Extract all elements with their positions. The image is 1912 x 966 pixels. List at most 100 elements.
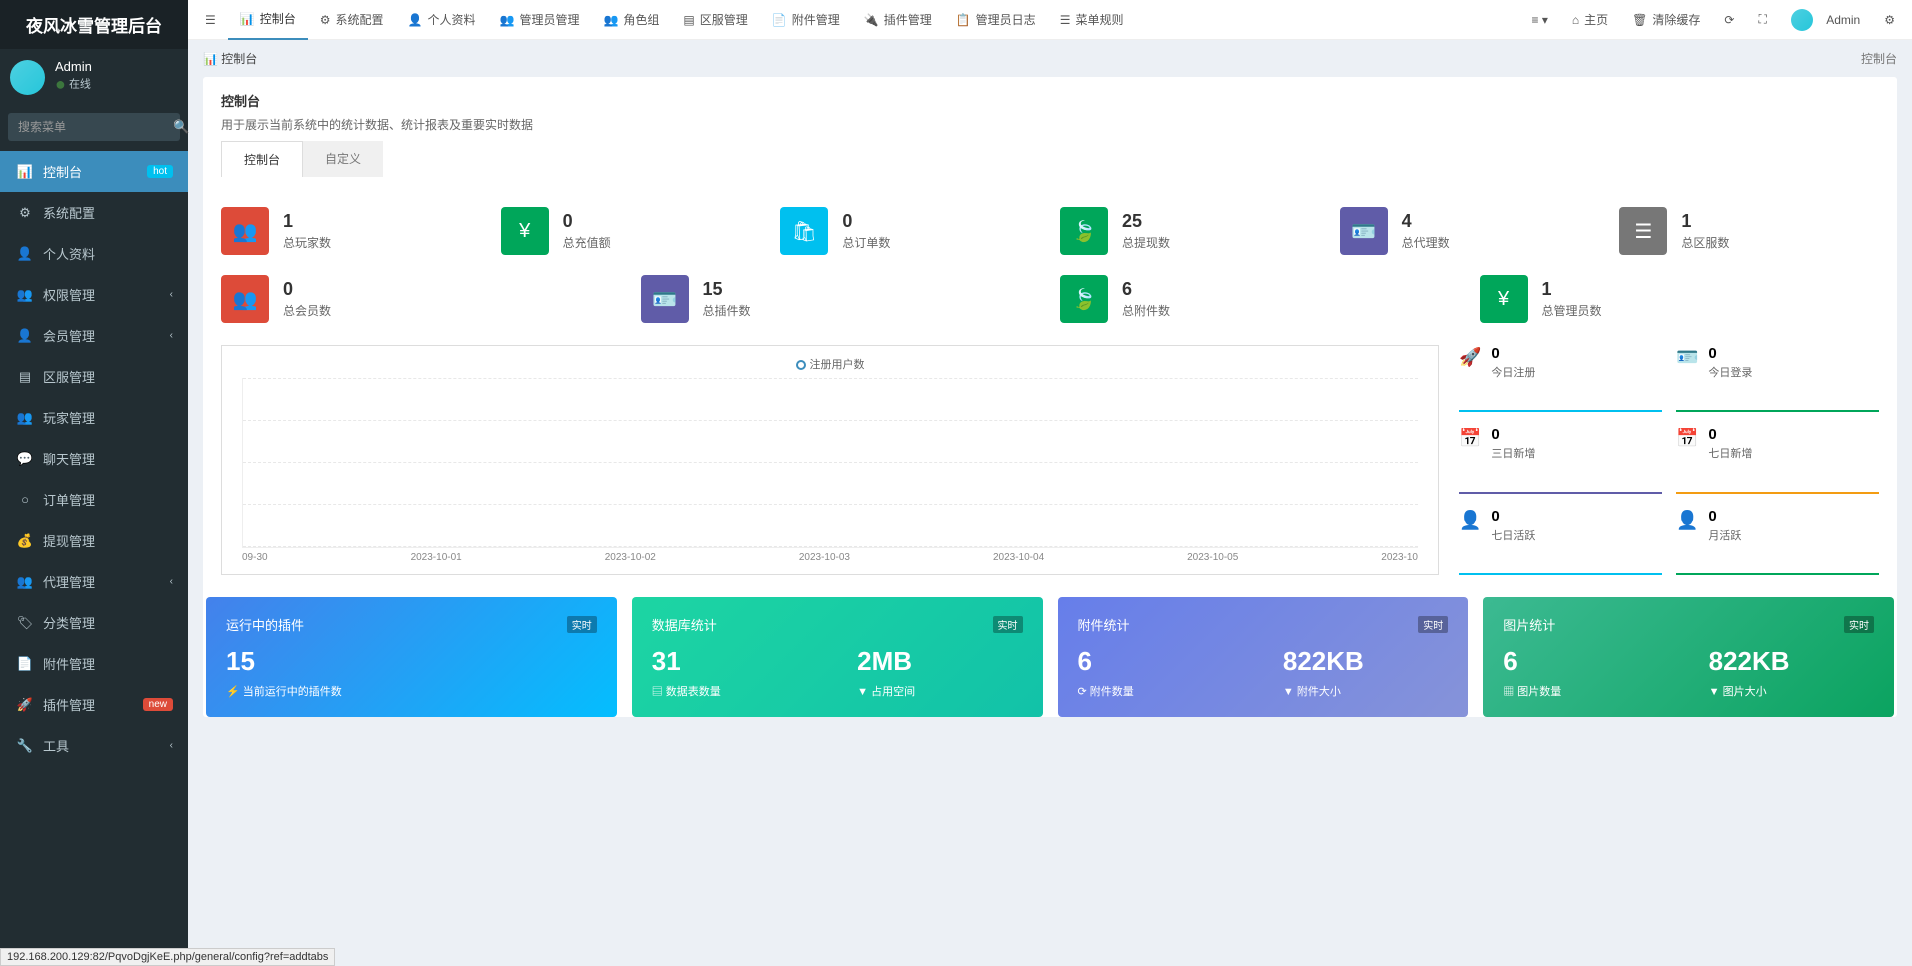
stats2-item-3: ¥1总管理员数 <box>1480 275 1880 323</box>
chevron-left-icon: ‹ <box>170 289 173 300</box>
stat-icon: 🪪 <box>1340 207 1388 255</box>
sidebar-item-11[interactable]: 🏷分类管理 <box>0 602 188 643</box>
user-status: ● 在线 <box>55 74 92 95</box>
money-icon: 💰 <box>15 533 35 549</box>
menu-toggle[interactable]: ☰ <box>193 0 228 40</box>
stats2-item-1: 🪪15总插件数 <box>641 275 1041 323</box>
sidebar-item-12[interactable]: 📄附件管理 <box>0 643 188 684</box>
sidebar-item-1[interactable]: ⚙系统配置 <box>0 192 188 233</box>
search-box[interactable]: 🔍 <box>8 113 180 141</box>
content: 控制台 用于展示当前系统中的统计数据、统计报表及重要实时数据 控制台自定义 👥1… <box>188 77 1912 966</box>
chart: 注册用户数 09-302023-10-012023-10-022023-10-0… <box>221 345 1439 575</box>
tab-6[interactable]: 📄 附件管理 <box>760 0 852 40</box>
search-icon[interactable]: 🔍 <box>173 119 189 135</box>
realtime-badge: 实时 <box>1844 616 1874 633</box>
sidebar-item-4[interactable]: 👤会员管理‹ <box>0 315 188 356</box>
circle-icon: ○ <box>15 492 35 507</box>
sidestat-icon: 👤 <box>1459 510 1481 531</box>
clear-cache[interactable]: 🗑 清除缓存 <box>1620 0 1712 40</box>
settings-button[interactable]: ⚙ <box>1872 0 1907 40</box>
tab-7[interactable]: 🔌 插件管理 <box>852 0 944 40</box>
content-tab-1[interactable]: 自定义 <box>303 141 383 177</box>
stats1-item-5: ☰1总区服数 <box>1619 207 1879 255</box>
stat-icon: 🛍 <box>780 207 828 255</box>
cog-icon: ⚙ <box>15 205 35 221</box>
panel-title: 控制台 <box>221 91 1879 110</box>
sidestat-1: 🪪0今日登录 <box>1676 345 1879 412</box>
tab-5[interactable]: ▤ 区服管理 <box>671 0 759 40</box>
search-input[interactable] <box>18 120 173 134</box>
topbar: ☰ 📊 控制台⚙ 系统配置👤 个人资料👥 管理员管理👥 角色组▤ 区服管理📄 附… <box>188 0 1912 40</box>
sidebar-menu: 📊控制台hot⚙系统配置👤个人资料👥权限管理‹👤会员管理‹▤区服管理👥玩家管理💬… <box>0 151 188 966</box>
wrench-icon: 🔧 <box>15 738 35 754</box>
stats1-item-2: 🛍0总订单数 <box>780 207 1040 255</box>
sidestat-3: 📅0七日新增 <box>1676 426 1879 493</box>
sidebar-item-8[interactable]: ○订单管理 <box>0 479 188 520</box>
app-logo: 夜风冰雪管理后台 <box>0 0 188 49</box>
tab-9[interactable]: ☰ 菜单规则 <box>1048 0 1136 40</box>
content-tab-0[interactable]: 控制台 <box>221 141 303 177</box>
avatar[interactable] <box>10 60 45 95</box>
tab-3[interactable]: 👥 管理员管理 <box>487 0 591 40</box>
topbar-user[interactable]: Admin <box>1779 0 1872 40</box>
sidestat-icon: 🚀 <box>1459 347 1481 368</box>
realtime-badge: 实时 <box>1418 616 1448 633</box>
card-2: 附件统计实时6⟳ 附件数量822KB▼ 附件大小 <box>1058 597 1469 717</box>
stats2-item-0: 👥0总会员数 <box>221 275 621 323</box>
tab-2[interactable]: 👤 个人资料 <box>396 0 488 40</box>
chevron-left-icon: ‹ <box>170 330 173 341</box>
realtime-badge: 实时 <box>993 616 1023 633</box>
breadcrumb-right: 控制台 <box>1861 50 1897 67</box>
badge: hot <box>147 165 173 178</box>
user-icon: 👤 <box>15 246 35 262</box>
sidebar-item-6[interactable]: 👥玩家管理 <box>0 397 188 438</box>
tab-8[interactable]: 📋 管理员日志 <box>944 0 1048 40</box>
users-icon: 👥 <box>15 287 35 303</box>
stat-icon: 🍃 <box>1060 275 1108 323</box>
stats1-item-4: 🪪4总代理数 <box>1340 207 1600 255</box>
chevron-left-icon: ‹ <box>170 740 173 751</box>
sidestat-5: 👤0月活跃 <box>1676 508 1879 575</box>
fullscreen-button[interactable]: ⛶ <box>1746 0 1778 40</box>
rocket-icon: 🚀 <box>15 697 35 713</box>
tabs: 控制台自定义 <box>221 133 1879 177</box>
tab-4[interactable]: 👥 角色组 <box>591 0 671 40</box>
stat-icon: 👥 <box>221 207 269 255</box>
sidebar-item-0[interactable]: 📊控制台hot <box>0 151 188 192</box>
file-icon: 📄 <box>15 656 35 672</box>
players-icon: 👥 <box>15 410 35 426</box>
sidebar-item-7[interactable]: 💬聊天管理 <box>0 438 188 479</box>
sidebar-item-9[interactable]: 💰提现管理 <box>0 520 188 561</box>
sidebar-item-2[interactable]: 👤个人资料 <box>0 233 188 274</box>
chevron-left-icon: ‹ <box>170 576 173 587</box>
sidebar-item-10[interactable]: 👥代理管理‹ <box>0 561 188 602</box>
stats1-item-0: 👥1总玩家数 <box>221 207 481 255</box>
home-link[interactable]: ⌂ 主页 <box>1560 0 1620 40</box>
sidebar-item-13[interactable]: 🚀插件管理new <box>0 684 188 725</box>
stats-row-2: 👥0总会员数 🪪15总插件数 🍃6总附件数 ¥1总管理员数 <box>203 265 1897 345</box>
tab-1[interactable]: ⚙ 系统配置 <box>308 0 396 40</box>
stats1-item-3: 🍃25总提现数 <box>1060 207 1320 255</box>
stat-icon: 🪪 <box>641 275 689 323</box>
sidestat-icon: 🪪 <box>1676 347 1698 368</box>
refresh-button[interactable]: ⟳ <box>1712 0 1746 40</box>
card-0: 运行中的插件实时15⚡ 当前运行中的插件数 <box>206 597 617 717</box>
wechat-icon: 💬 <box>15 451 35 467</box>
overflow-menu[interactable]: ≡ ▾ <box>1520 0 1560 40</box>
sidebar-item-3[interactable]: 👥权限管理‹ <box>0 274 188 315</box>
panel-desc: 用于展示当前系统中的统计数据、统计报表及重要实时数据 <box>221 116 1879 133</box>
main-panel: 控制台 用于展示当前系统中的统计数据、统计报表及重要实时数据 控制台自定义 👥1… <box>203 77 1897 717</box>
tab-0[interactable]: 📊 控制台 <box>228 0 308 40</box>
stats2-item-2: 🍃6总附件数 <box>1060 275 1460 323</box>
sidestat-0: 🚀0今日注册 <box>1459 345 1662 412</box>
sidebar-item-14[interactable]: 🔧工具‹ <box>0 725 188 766</box>
username: Admin <box>55 59 92 74</box>
sitemap-icon: 👥 <box>15 574 35 590</box>
main: ☰ 📊 控制台⚙ 系统配置👤 个人资料👥 管理员管理👥 角色组▤ 区服管理📄 附… <box>188 0 1912 966</box>
sidebar-item-5[interactable]: ▤区服管理 <box>0 356 188 397</box>
sidestat-icon: 👤 <box>1676 510 1698 531</box>
card-3: 图片统计实时6▦ 图片数量822KB▼ 图片大小 <box>1483 597 1894 717</box>
status-bar: 192.168.200.129:82/PqvoDgjKeE.php/genera… <box>0 948 335 966</box>
sidestat-icon: 📅 <box>1459 428 1481 449</box>
sidebar: 夜风冰雪管理后台 Admin ● 在线 🔍 📊控制台hot⚙系统配置👤个人资料👥… <box>0 0 188 966</box>
